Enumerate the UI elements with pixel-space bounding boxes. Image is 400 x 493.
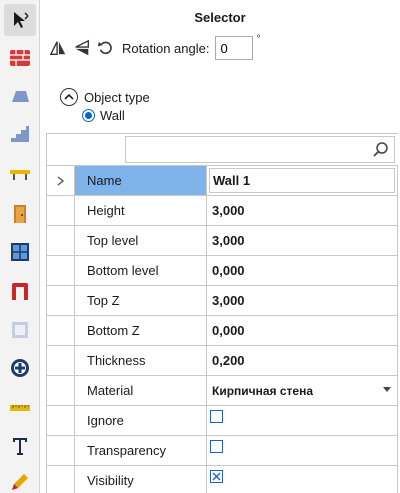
property-grid: Name Wall 1 Height 3,000 Top level 3,000… — [46, 133, 398, 493]
property-row-name[interactable]: Name Wall 1 — [47, 166, 398, 196]
ignore-checkbox[interactable] — [210, 410, 223, 423]
property-row-top-z[interactable]: Top Z 3,000 — [47, 286, 398, 316]
property-name: Ignore — [75, 406, 207, 436]
property-value-field[interactable]: Wall 1 — [207, 166, 398, 196]
slab-icon[interactable] — [4, 80, 36, 112]
property-name: Transparency — [75, 436, 207, 466]
property-name: Top Z — [75, 286, 207, 316]
property-row-height[interactable]: Height 3,000 — [47, 196, 398, 226]
property-search-input[interactable] — [125, 136, 395, 163]
property-name: Bottom level — [75, 256, 207, 286]
opening-icon[interactable] — [4, 276, 36, 308]
collapse-chevron-up-icon[interactable] — [60, 88, 78, 106]
material-dropdown[interactable]: Кирпичная стена — [207, 376, 398, 406]
rotation-toolbar: Rotation angle: ° — [48, 34, 261, 60]
property-row-thickness[interactable]: Thickness 0,200 — [47, 346, 398, 376]
text-tool-icon[interactable] — [4, 430, 36, 462]
property-value-field[interactable]: 3,000 — [207, 226, 398, 256]
visibility-checkbox[interactable] — [210, 470, 223, 483]
search-row — [47, 134, 398, 166]
property-name: Name — [75, 166, 207, 196]
door-icon[interactable] — [4, 198, 36, 230]
property-value-field[interactable]: 0,200 — [207, 346, 398, 376]
brick-wall-icon[interactable] — [4, 42, 36, 74]
transparency-checkbox[interactable] — [210, 440, 223, 453]
property-name: Bottom Z — [75, 316, 207, 346]
radio-button[interactable] — [82, 109, 95, 122]
property-row-bottom-z[interactable]: Bottom Z 0,000 — [47, 316, 398, 346]
rotation-angle-label: Rotation angle: — [122, 40, 210, 56]
property-name: Visibility — [75, 466, 207, 493]
property-value-field[interactable]: 0,000 — [207, 256, 398, 286]
property-name: Material — [75, 376, 207, 406]
dimension-icon[interactable] — [4, 392, 36, 424]
property-row-bottom-level[interactable]: Bottom level 0,000 — [47, 256, 398, 286]
rotate-icon[interactable] — [96, 38, 116, 58]
mirror-horizontal-icon[interactable] — [48, 38, 68, 58]
column-icon[interactable] — [4, 352, 36, 384]
property-name: Top level — [75, 226, 207, 256]
object-type-option-wall[interactable]: Wall — [82, 108, 125, 123]
property-value-field — [207, 406, 398, 436]
panel-title: Selector — [194, 10, 246, 25]
stairs-icon[interactable] — [4, 118, 36, 150]
property-row-ignore[interactable]: Ignore — [47, 406, 398, 436]
room-icon[interactable] — [4, 314, 36, 346]
property-value-field — [207, 466, 398, 493]
property-name: Thickness — [75, 346, 207, 376]
pencil-icon[interactable] — [4, 466, 36, 493]
beam-icon[interactable] — [4, 158, 36, 190]
mirror-vertical-icon[interactable] — [72, 38, 92, 58]
object-type-group: Object type — [60, 88, 150, 106]
row-expander-icon[interactable] — [47, 166, 75, 196]
property-value-field — [207, 436, 398, 466]
property-row-transparency[interactable]: Transparency — [47, 436, 398, 466]
property-value-field[interactable]: 3,000 — [207, 196, 398, 226]
tool-palette — [0, 0, 40, 493]
rotation-unit: ° — [256, 34, 261, 45]
window-icon[interactable] — [4, 236, 36, 268]
chevron-down-icon[interactable] — [383, 387, 391, 393]
property-value-field[interactable]: 3,000 — [207, 286, 398, 316]
property-name: Height — [75, 196, 207, 226]
object-type-label: Object type — [84, 89, 150, 105]
property-row-material[interactable]: Material Кирпичная стена — [47, 376, 398, 406]
rotation-angle-input[interactable] — [215, 36, 254, 60]
property-row-top-level[interactable]: Top level 3,000 — [47, 226, 398, 256]
radio-label: Wall — [100, 108, 125, 123]
property-row-visibility[interactable]: Visibility — [47, 466, 398, 493]
search-icon[interactable] — [372, 141, 390, 159]
selector-arrow-icon[interactable] — [4, 4, 36, 36]
property-value-field[interactable]: 0,000 — [207, 316, 398, 346]
